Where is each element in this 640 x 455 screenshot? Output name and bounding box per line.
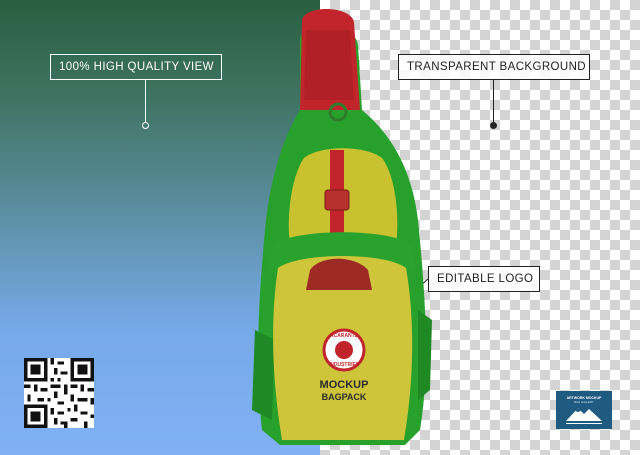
mockup-text: MOCKUP xyxy=(320,379,369,391)
mountain-icon xyxy=(566,408,602,421)
bag-left-strap xyxy=(252,330,275,420)
brand-badge: ARTWORK MOCKUP BAG GALLERY xyxy=(556,391,612,429)
bagpack-text: BAGPACK xyxy=(322,392,367,402)
bag-buckle xyxy=(324,189,350,211)
bag-mesh-pocket xyxy=(304,30,354,100)
sling-bag-mockup: ACARANTE INDUSTRIES MOCKUP BAGPACK xyxy=(252,8,432,445)
brand-logo-text-bottom: INDUSTRIES xyxy=(329,362,360,368)
qr-code xyxy=(24,358,94,428)
brand-logo-center xyxy=(335,341,353,359)
brand-logo-text-top: ACARANTE xyxy=(330,333,359,339)
bag-right-strap xyxy=(418,310,432,400)
badge-line2: BAG GALLERY xyxy=(574,400,594,404)
badge-divider xyxy=(566,423,602,424)
